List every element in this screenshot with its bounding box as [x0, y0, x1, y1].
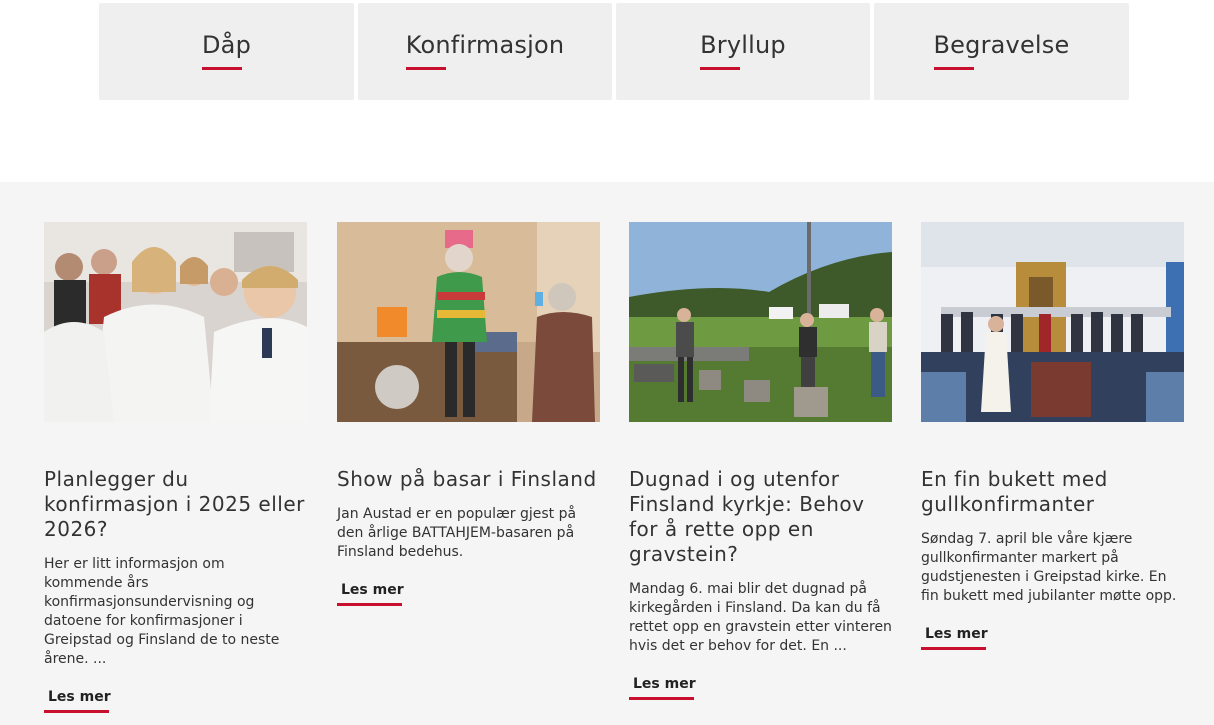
tile-bryllup[interactable]: Bryllup	[616, 3, 870, 100]
service-tiles: Dåp Konfirmasjon Bryllup Begravelse	[99, 3, 1129, 100]
read-more-underline	[629, 697, 694, 700]
news-card: En fin bukett med gullkonfirmanter Sønda…	[921, 222, 1184, 650]
news-image-golden-confirmands[interactable]	[921, 222, 1184, 422]
tile-underline	[933, 67, 974, 70]
read-more-link[interactable]: Les mer	[44, 687, 115, 713]
tile-label: Konfirmasjon	[405, 31, 565, 59]
read-more-underline	[337, 603, 402, 606]
news-image-confirmands[interactable]	[44, 222, 307, 422]
news-excerpt: Mandag 6. mai blir det dugnad på kirkegå…	[629, 581, 892, 654]
tile-label: Dåp	[201, 31, 252, 59]
tile-label: Bryllup	[700, 31, 786, 59]
read-more-underline	[44, 710, 109, 713]
news-title[interactable]: Show på basar i Finsland	[337, 467, 600, 492]
news-image-churchyard-dugnad[interactable]	[629, 222, 892, 422]
read-more-link[interactable]: Les mer	[337, 580, 408, 606]
news-image-bazaar-show[interactable]	[337, 222, 600, 422]
read-more-link[interactable]: Les mer	[629, 674, 700, 700]
news-card: Planlegger du konfirmasjon i 2025 eller …	[44, 222, 307, 713]
tile-underline	[405, 67, 446, 70]
read-more-label: Les mer	[341, 582, 404, 598]
news-title[interactable]: Planlegger du konfirmasjon i 2025 eller …	[44, 467, 307, 542]
news-excerpt: Her er litt informasjon om kommende års …	[44, 556, 280, 667]
tile-label: Begravelse	[933, 31, 1070, 59]
news-title[interactable]: Dugnad i og utenfor Finsland kyrkje: Beh…	[629, 467, 892, 567]
tile-underline	[201, 67, 242, 70]
read-more-label: Les mer	[633, 676, 696, 692]
read-more-label: Les mer	[48, 689, 111, 705]
news-card: Dugnad i og utenfor Finsland kyrkje: Beh…	[629, 222, 892, 700]
tile-begravelse[interactable]: Begravelse	[874, 3, 1129, 100]
read-more-label: Les mer	[925, 626, 988, 642]
news-card: Show på basar i Finsland Jan Austad er e…	[337, 222, 600, 606]
news-title[interactable]: En fin bukett med gullkonfirmanter	[921, 467, 1184, 517]
tile-konfirmasjon[interactable]: Konfirmasjon	[358, 3, 612, 100]
read-more-underline	[921, 647, 986, 650]
tile-underline	[700, 67, 741, 70]
news-section: Planlegger du konfirmasjon i 2025 eller …	[0, 182, 1214, 725]
news-excerpt: Søndag 7. april ble våre kjære gullkonfi…	[921, 531, 1177, 604]
read-more-link[interactable]: Les mer	[921, 624, 992, 650]
news-excerpt: Jan Austad er en populær gjest på den år…	[337, 506, 577, 560]
tile-dap[interactable]: Dåp	[99, 3, 354, 100]
